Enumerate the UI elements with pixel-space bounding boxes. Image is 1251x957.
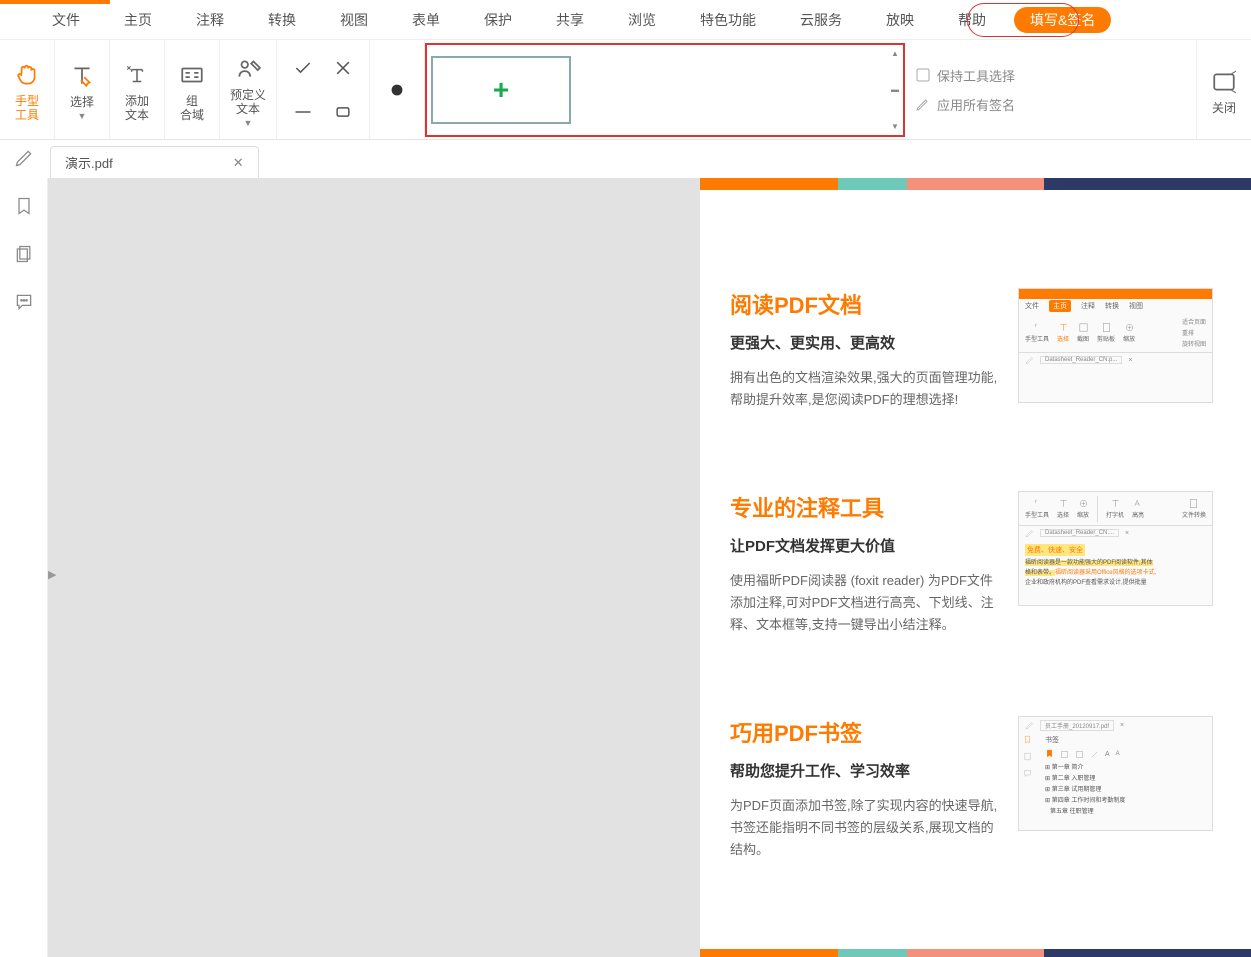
expand-sidebar-icon[interactable]: ▶ [48, 568, 58, 588]
tab-features[interactable]: 特色功能 [678, 0, 778, 39]
tab-home[interactable]: 主页 [102, 0, 174, 39]
tab-comment[interactable]: 注释 [174, 0, 246, 39]
gallery-scroll[interactable]: ▲ ▬ ▼ [889, 49, 901, 131]
combo-field-icon [175, 58, 209, 92]
pages-icon[interactable] [12, 242, 36, 266]
annotate-icon[interactable] [12, 146, 36, 170]
tab-help[interactable]: 帮助 [936, 0, 1008, 39]
scroll-mid-icon: ▬ [889, 85, 901, 94]
close-panel-icon [1207, 65, 1241, 99]
hand-icon [10, 58, 44, 92]
tab-view[interactable]: 视图 [318, 0, 390, 39]
tab-browse[interactable]: 浏览 [606, 0, 678, 39]
signature-options: 保持工具选择 应用所有签名 [905, 40, 1025, 139]
pen-icon [915, 96, 931, 112]
feature-thumb-read: 文件 主页 注释 转换 视图 手型工具 选择 截图 剪贴板 缩放 适合页面 [1018, 288, 1213, 403]
feature-annotate: 专业的注释工具 让PDF文档发挥更大价值 使用福昕PDF阅读器 (foxit r… [730, 491, 1233, 636]
add-text-icon [120, 58, 154, 92]
tab-fill-sign[interactable]: 填写&签名 [1014, 7, 1111, 33]
chevron-down-icon: ▼ [78, 111, 87, 121]
bookmark-icon[interactable] [12, 194, 36, 218]
document-tab-label: 演示.pdf [65, 153, 113, 172]
tool-add-text[interactable]: 添加文本 [110, 40, 165, 139]
close-tab-icon[interactable]: ✕ [233, 155, 244, 171]
shape-line[interactable] [283, 90, 323, 134]
plus-icon: + [493, 74, 509, 106]
tab-cloud[interactable]: 云服务 [778, 0, 864, 39]
opt-keep-tool[interactable]: 保持工具选择 [915, 66, 1015, 85]
feature-desc: 拥有出色的文档渲染效果,强大的页面管理功能,帮助提升效率,是您阅读PDF的理想选… [730, 367, 1000, 411]
tool-hand[interactable]: 手型工具 [0, 40, 55, 139]
feature-title: 巧用PDF书签 [730, 716, 1000, 748]
feature-thumb-annotate: 手型工具 选择 缩放 打字机 高亮 文件转换 Datasheet_Reader_… [1018, 491, 1213, 606]
feature-subtitle: 让PDF文档发挥更大价值 [730, 535, 1000, 556]
feature-subtitle: 更强大、更实用、更高效 [730, 332, 1000, 353]
opt-apply-all[interactable]: 应用所有签名 [915, 95, 1015, 114]
tool-select[interactable]: 选择 ▼ [55, 40, 110, 139]
tab-file[interactable]: 文件 [30, 0, 102, 39]
feature-desc: 为PDF页面添加书签,除了实现内容的快速导航,书签还能指明不同书签的层级关系,展… [730, 795, 1000, 861]
tool-combo-field[interactable]: 组合域 [165, 40, 220, 139]
side-panel: ▶ [0, 178, 48, 957]
dot-icon [380, 73, 414, 107]
signature-gallery: + ▲ ▬ ▼ [425, 43, 905, 137]
scroll-up-icon: ▲ [889, 49, 901, 58]
document-tab-bar: 演示.pdf ✕ [0, 140, 1251, 178]
feature-thumb-bookmark: 员工手册_20120917.pdf × 书签 AA [1018, 716, 1213, 831]
menu-tabstrip: 文件 主页 注释 转换 视图 表单 保护 共享 浏览 特色功能 云服务 放映 帮… [0, 0, 1251, 40]
tab-form[interactable]: 表单 [390, 0, 462, 39]
feature-title: 专业的注释工具 [730, 491, 1000, 523]
page-area: 阅读PDF文档 更强大、更实用、更高效 拥有出色的文档渲染效果,强大的页面管理功… [48, 178, 1251, 957]
document-tab[interactable]: 演示.pdf ✕ [50, 146, 259, 178]
tab-protect[interactable]: 保护 [462, 0, 534, 39]
header-color-bar [700, 178, 1251, 190]
feature-desc: 使用福昕PDF阅读器 (foxit reader) 为PDF文件添加注释,可对P… [730, 570, 1000, 636]
tool-predefined-text[interactable]: 预定义文本 ▼ [220, 40, 277, 139]
tab-present[interactable]: 放映 [864, 0, 936, 39]
scroll-down-icon: ▼ [889, 122, 901, 131]
shape-x[interactable] [323, 46, 363, 90]
ribbon: 手型工具 选择 ▼ 添加文本 组合域 预定义文本 ▼ + ▲▬▼ 保持工 [0, 40, 1251, 140]
blank-page [48, 178, 700, 957]
feature-subtitle: 帮助您提升工作、学习效率 [730, 760, 1000, 781]
content-page: 阅读PDF文档 更强大、更实用、更高效 拥有出色的文档渲染效果,强大的页面管理功… [700, 178, 1251, 957]
feature-title: 阅读PDF文档 [730, 288, 1000, 320]
chevron-down-icon: ▼ [244, 118, 253, 128]
feature-read: 阅读PDF文档 更强大、更实用、更高效 拥有出色的文档渲染效果,强大的页面管理功… [730, 288, 1233, 411]
feature-bookmark: 巧用PDF书签 帮助您提升工作、学习效率 为PDF页面添加书签,除了实现内容的快… [730, 716, 1233, 861]
shape-dot[interactable] [370, 40, 425, 139]
comments-icon[interactable] [12, 290, 36, 314]
text-select-icon [65, 59, 99, 93]
add-signature-slot[interactable]: + [431, 56, 571, 124]
shape-check[interactable] [283, 46, 323, 90]
tool-close[interactable]: 关闭 [1196, 40, 1251, 139]
tab-convert[interactable]: 转换 [246, 0, 318, 39]
shape-tools [277, 40, 370, 139]
workspace: ▶ 阅读PDF文档 更强大、更实用、更高效 拥有出色的文档渲染效果,强大的页面管… [0, 178, 1251, 957]
checkbox-icon [915, 67, 931, 83]
tab-share[interactable]: 共享 [534, 0, 606, 39]
predefined-text-icon [231, 52, 265, 86]
footer-color-bar [700, 949, 1251, 957]
shape-rect[interactable] [323, 90, 363, 134]
